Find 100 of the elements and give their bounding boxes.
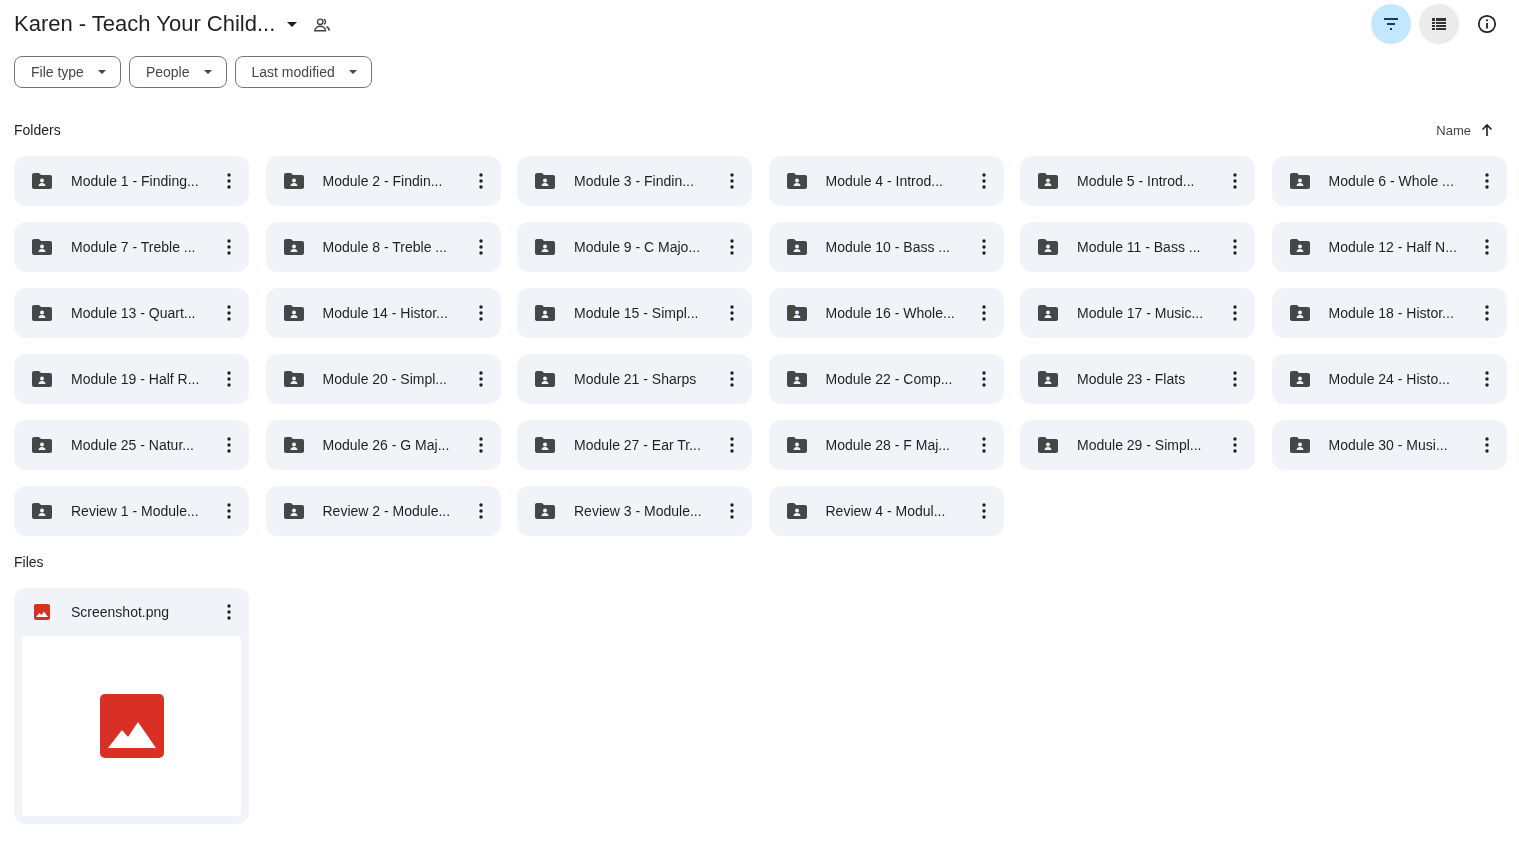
shared-folder-icon bbox=[1289, 305, 1310, 321]
folder-name: Module 2 - Findin... bbox=[322, 173, 444, 189]
folder-card[interactable]: Module 15 - Simpl... bbox=[517, 288, 752, 338]
folder-card[interactable]: Module 16 - Whole... bbox=[768, 288, 1004, 338]
more-icon[interactable] bbox=[1484, 173, 1489, 189]
folder-card[interactable]: Module 14 - Histor... bbox=[265, 288, 501, 338]
more-icon[interactable] bbox=[1233, 371, 1237, 387]
more-icon[interactable] bbox=[981, 239, 986, 255]
filter-chip[interactable]: File type bbox=[14, 56, 121, 88]
more-icon[interactable] bbox=[1484, 371, 1489, 387]
folder-card[interactable]: Review 1 - Module... bbox=[14, 486, 249, 536]
folder-name: Module 26 - G Maj... bbox=[322, 437, 451, 453]
more-icon[interactable] bbox=[1233, 173, 1237, 189]
more-icon[interactable] bbox=[981, 173, 986, 189]
folder-card[interactable]: Module 6 - Whole ... bbox=[1271, 156, 1507, 206]
more-icon[interactable] bbox=[227, 239, 231, 255]
more-icon[interactable] bbox=[730, 503, 734, 519]
shared-folder-icon bbox=[786, 239, 807, 255]
filter-chip[interactable]: People bbox=[128, 56, 227, 88]
more-icon[interactable] bbox=[1484, 305, 1489, 321]
folder-card[interactable]: Module 26 - G Maj... bbox=[265, 420, 501, 470]
folder-card[interactable]: Module 2 - Findin... bbox=[265, 156, 501, 206]
more-icon[interactable] bbox=[227, 371, 231, 387]
shared-folder-icon bbox=[786, 503, 807, 519]
more-icon[interactable] bbox=[981, 503, 986, 519]
folder-card[interactable]: Module 7 - Treble ... bbox=[14, 222, 249, 272]
more-icon[interactable] bbox=[981, 305, 986, 321]
more-icon[interactable] bbox=[227, 503, 231, 519]
folder-card[interactable]: Module 22 - Comp... bbox=[768, 354, 1004, 404]
more-icon[interactable] bbox=[478, 239, 483, 255]
folder-card[interactable]: Module 24 - Histo... bbox=[1271, 354, 1507, 404]
more-icon[interactable] bbox=[227, 604, 231, 620]
shared-folder-icon bbox=[786, 371, 807, 387]
more-icon[interactable] bbox=[227, 437, 231, 453]
folder-card[interactable]: Module 29 - Simpl... bbox=[1020, 420, 1255, 470]
folder-card[interactable]: Module 27 - Ear Tr... bbox=[517, 420, 752, 470]
folder-card[interactable]: Module 19 - Half R... bbox=[14, 354, 249, 404]
more-icon[interactable] bbox=[1484, 437, 1489, 453]
folder-card[interactable]: Module 1 - Finding... bbox=[14, 156, 249, 206]
more-icon[interactable] bbox=[1233, 305, 1237, 321]
folder-name: Module 30 - Musi... bbox=[1328, 437, 1449, 453]
folder-card[interactable]: Module 11 - Bass ... bbox=[1020, 222, 1255, 272]
folder-name: Module 6 - Whole ... bbox=[1328, 173, 1455, 189]
more-icon[interactable] bbox=[1233, 437, 1237, 453]
more-icon[interactable] bbox=[730, 173, 734, 189]
shared-folder-icon bbox=[1289, 437, 1310, 453]
folder-card[interactable]: Module 17 - Music... bbox=[1020, 288, 1255, 338]
folder-card[interactable]: Module 9 - C Majo... bbox=[517, 222, 752, 272]
folder-card[interactable]: Module 28 - F Maj... bbox=[768, 420, 1004, 470]
file-card[interactable]: Screenshot.png bbox=[14, 588, 249, 824]
more-icon[interactable] bbox=[478, 437, 483, 453]
shared-folder-icon bbox=[32, 437, 52, 453]
more-icon[interactable] bbox=[478, 173, 483, 189]
folder-card[interactable]: Module 21 - Sharps bbox=[517, 354, 752, 404]
file-name: Screenshot.png bbox=[71, 604, 171, 620]
filter-button[interactable] bbox=[1371, 4, 1411, 44]
more-icon[interactable] bbox=[981, 371, 986, 387]
folder-card[interactable]: Module 3 - Findin... bbox=[517, 156, 752, 206]
more-icon[interactable] bbox=[478, 305, 483, 321]
folder-card[interactable]: Review 4 - Modul... bbox=[768, 486, 1004, 536]
folder-name: Module 24 - Histo... bbox=[1328, 371, 1451, 387]
folder-name: Module 12 - Half N... bbox=[1328, 239, 1458, 255]
more-icon[interactable] bbox=[227, 173, 231, 189]
folder-card[interactable]: Module 12 - Half N... bbox=[1271, 222, 1507, 272]
shared-folder-icon bbox=[1289, 173, 1310, 189]
filter-icon bbox=[1383, 18, 1399, 30]
list-view-button[interactable] bbox=[1419, 4, 1459, 44]
more-icon[interactable] bbox=[478, 503, 483, 519]
folder-card[interactable]: Module 4 - Introd... bbox=[768, 156, 1004, 206]
folder-name: Module 13 - Quart... bbox=[71, 305, 197, 321]
folder-title-button[interactable]: Karen - Teach Your Child... bbox=[14, 11, 298, 37]
folder-name: Module 14 - Histor... bbox=[322, 305, 449, 321]
folder-card[interactable]: Module 10 - Bass ... bbox=[768, 222, 1004, 272]
more-icon[interactable] bbox=[730, 437, 734, 453]
more-icon[interactable] bbox=[1484, 239, 1489, 255]
more-icon[interactable] bbox=[478, 371, 483, 387]
folder-card[interactable]: Module 8 - Treble ... bbox=[265, 222, 501, 272]
folder-card[interactable]: Module 5 - Introd... bbox=[1020, 156, 1255, 206]
folder-card[interactable]: Module 18 - Histor... bbox=[1271, 288, 1507, 338]
folder-card[interactable]: Module 23 - Flats bbox=[1020, 354, 1255, 404]
folder-name: Review 2 - Module... bbox=[322, 503, 452, 519]
people-icon[interactable] bbox=[313, 16, 332, 32]
folder-card[interactable]: Module 13 - Quart... bbox=[14, 288, 249, 338]
folder-card[interactable]: Review 3 - Module... bbox=[517, 486, 752, 536]
more-icon[interactable] bbox=[1233, 239, 1237, 255]
folder-card[interactable]: Module 25 - Natur... bbox=[14, 420, 249, 470]
shared-folder-icon bbox=[1038, 173, 1058, 189]
folder-card[interactable]: Review 2 - Module... bbox=[265, 486, 501, 536]
folder-card[interactable]: Module 20 - Simpl... bbox=[265, 354, 501, 404]
more-icon[interactable] bbox=[981, 437, 986, 453]
folder-name: Module 28 - F Maj... bbox=[825, 437, 951, 453]
filter-chip[interactable]: Last modified bbox=[234, 56, 372, 88]
more-icon[interactable] bbox=[227, 305, 231, 321]
shared-folder-icon bbox=[32, 503, 52, 519]
shared-folder-icon bbox=[786, 437, 807, 453]
more-icon[interactable] bbox=[730, 239, 734, 255]
sort-button[interactable]: Name bbox=[1436, 122, 1493, 138]
more-icon[interactable] bbox=[730, 371, 734, 387]
more-icon[interactable] bbox=[730, 305, 734, 321]
folder-card[interactable]: Module 30 - Musi... bbox=[1271, 420, 1507, 470]
